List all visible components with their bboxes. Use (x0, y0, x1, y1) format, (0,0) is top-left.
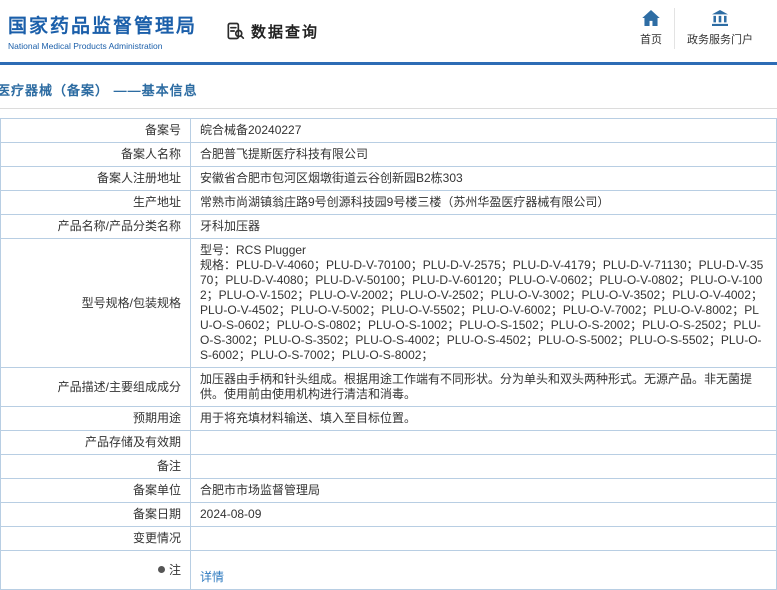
row-label: 型号规格/包装规格 (0, 238, 191, 368)
row-value: 用于将充填材料输送、填入至目标位置。 (190, 406, 777, 431)
row-label: 生产地址 (0, 190, 191, 215)
table-row: 变更情况 (0, 526, 777, 551)
table-row: 备案人名称 合肥普飞提斯医疗科技有限公司 (0, 142, 777, 167)
row-label: 备注 (0, 454, 191, 479)
table-row: 备注 (0, 454, 777, 479)
table-row: 生产地址 常熟市尚湖镇翁庄路9号创源科技园9号楼三楼（苏州华盈医疗器械有限公司） (0, 190, 777, 215)
row-label: 产品存储及有效期 (0, 430, 191, 455)
row-value: 型号：RCS Plugger 规格：PLU-D-V-4060；PLU-D-V-7… (190, 238, 777, 368)
table-row: 注 详情 (0, 550, 777, 590)
row-value (190, 430, 777, 455)
header-nav: 首页 政务服务门户 (628, 8, 765, 54)
page-title: 医疗器械（备案） ——基本信息 (0, 83, 198, 98)
data-query-icon (225, 21, 245, 41)
table-row: 备案日期 2024-08-09 (0, 502, 777, 527)
table-row: 预期用途 用于将充填材料输送、填入至目标位置。 (0, 406, 777, 431)
row-value: 常熟市尚湖镇翁庄路9号创源科技园9号楼三楼（苏州华盈医疗器械有限公司） (190, 190, 777, 215)
row-value (190, 526, 777, 551)
row-value: 合肥市市场监督管理局 (190, 478, 777, 503)
logo-subtitle: National Medical Products Administration (8, 41, 163, 51)
home-icon (642, 10, 660, 26)
row-label: 备案单位 (0, 478, 191, 503)
row-label: 备案号 (0, 118, 191, 143)
building-icon (711, 10, 729, 26)
table-row: 备案号 皖合械备20240227 (0, 118, 777, 143)
info-table: 备案号 皖合械备20240227 备案人名称 合肥普飞提斯医疗科技有限公司 备案… (0, 118, 777, 590)
row-label: 预期用途 (0, 406, 191, 431)
row-value (190, 454, 777, 479)
logo-title: 国家药品监督管理局 (8, 16, 198, 37)
note-label: 注 (168, 562, 181, 577)
row-label: 备案日期 (0, 502, 191, 527)
nav-home[interactable]: 首页 (628, 8, 674, 49)
table-row: 产品存储及有效期 (0, 430, 777, 455)
title-divider (0, 108, 777, 109)
table-row: 型号规格/包装规格 型号：RCS Plugger 规格：PLU-D-V-4060… (0, 238, 777, 368)
nav-home-label: 首页 (640, 34, 662, 46)
nmpa-logo: 国家药品监督管理局 National Medical Products Admi… (8, 11, 197, 51)
nav-portal[interactable]: 政务服务门户 (674, 8, 765, 49)
section-title: 数据查询 (251, 23, 320, 41)
row-value: 加压器由手柄和针头组成。根据用途工作端有不同形状。分为单头和双头两种形式。无源产… (190, 367, 777, 407)
row-label: 产品描述/主要组成成分 (0, 367, 191, 407)
row-value: 牙科加压器 (190, 214, 777, 239)
row-label: 产品名称/产品分类名称 (0, 214, 191, 239)
detail-link[interactable]: 详情 (200, 570, 224, 584)
row-value: 详情 (190, 550, 777, 590)
nav-portal-label: 政务服务门户 (687, 34, 753, 46)
row-value: 合肥普飞提斯医疗科技有限公司 (190, 142, 777, 167)
data-query-section: 数据查询 (225, 21, 319, 42)
table-row: 备案人注册地址 安徽省合肥市包河区烟墩街道云谷创新园B2栋303 (0, 166, 777, 191)
table-row: 产品描述/主要组成成分 加压器由手柄和针头组成。根据用途工作端有不同形状。分为单… (0, 367, 777, 407)
row-value: 2024-08-09 (190, 502, 777, 527)
table-row: 备案单位 合肥市市场监督管理局 (0, 478, 777, 503)
row-value: 安徽省合肥市包河区烟墩街道云谷创新园B2栋303 (190, 166, 777, 191)
row-label: 变更情况 (0, 526, 191, 551)
row-label: 备案人注册地址 (0, 166, 191, 191)
row-label: 备案人名称 (0, 142, 191, 167)
note-bullet-icon (157, 565, 165, 573)
row-label: 注 (0, 550, 191, 590)
site-header: 国家药品监督管理局 National Medical Products Admi… (0, 0, 777, 62)
table-row: 产品名称/产品分类名称 牙科加压器 (0, 214, 777, 239)
row-value: 皖合械备20240227 (190, 118, 777, 143)
